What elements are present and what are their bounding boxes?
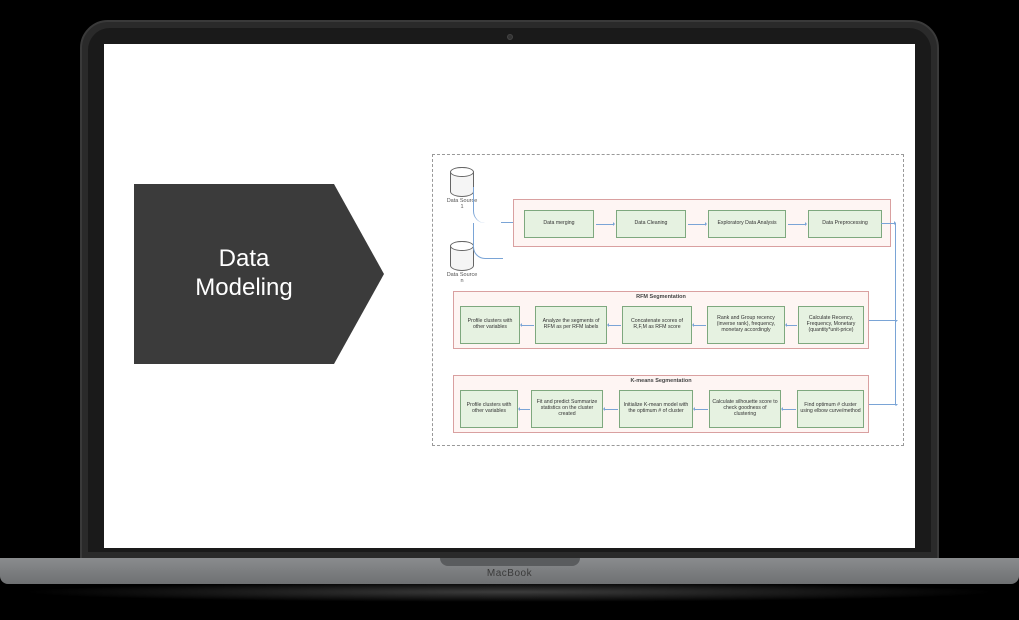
laptop-frame: Data Modeling Data Source 1 Data Source … (80, 20, 939, 560)
arrow-icon (786, 325, 797, 326)
box-km-fit: Fit and predict Summarize statistics on … (531, 390, 603, 428)
lane-preprocessing: Data merging Data Cleaning Exploratory D… (513, 199, 891, 247)
box-data-merging: Data merging (524, 210, 594, 238)
connector (895, 223, 896, 321)
lane-kmeans: K-means Segmentation Profile clusters wi… (453, 375, 869, 433)
lane-rfm-title: RFM Segmentation (454, 294, 868, 300)
box-rfm-rank: Rank and Group recency (inverse rank), f… (707, 306, 785, 344)
connector (473, 187, 503, 223)
datasource-n-label: Data Source n (445, 272, 479, 284)
laptop-base: MacBook (0, 558, 1019, 584)
slide-title-shape: Data Modeling (134, 184, 384, 364)
lane-rfm: RFM Segmentation Profile clusters with o… (453, 291, 869, 349)
box-rfm-analyze: Analyze the segments of RFM as per RFM l… (535, 306, 607, 344)
connector (473, 223, 503, 259)
connector (895, 320, 896, 405)
arrow-icon (519, 409, 530, 410)
connector (881, 223, 895, 224)
arrow-icon (693, 325, 706, 326)
arrow-icon (604, 409, 618, 410)
box-rfm-calc: Calculate Recency, Frequency, Monetary (… (798, 306, 864, 344)
arrow-icon (788, 224, 806, 225)
laptop-brand: MacBook (487, 568, 532, 579)
box-km-elbow: Find optimum # cluster using elbow curve… (797, 390, 864, 428)
slide-title: Data Modeling (195, 245, 292, 303)
screen: Data Modeling Data Source 1 Data Source … (104, 44, 915, 548)
arrow-icon (867, 404, 895, 405)
shadow (20, 582, 999, 602)
box-km-profile: Profile clusters with other variables (460, 390, 518, 428)
arrow-icon (867, 320, 895, 321)
box-rfm-profile: Profile clusters with other variables (460, 306, 520, 344)
box-eda: Exploratory Data Analysis (708, 210, 786, 238)
arrow-icon (688, 224, 706, 225)
database-icon (450, 241, 474, 271)
box-km-silhouette: Calculate silhouette score to check good… (709, 390, 781, 428)
lane-kmeans-title: K-means Segmentation (454, 378, 868, 384)
box-data-cleaning: Data Cleaning (616, 210, 686, 238)
arrow-icon (608, 325, 621, 326)
arrow-icon (694, 409, 708, 410)
arrow-icon (596, 224, 614, 225)
box-km-init: Initialize K-mean model with the optimum… (619, 390, 693, 428)
slide: Data Modeling Data Source 1 Data Source … (104, 44, 915, 548)
laptop-notch (440, 558, 580, 566)
box-rfm-concat: Concatenate scores of R,F,M as RFM score (622, 306, 692, 344)
arrow-icon (782, 409, 796, 410)
arrow-icon (521, 325, 534, 326)
database-icon (450, 167, 474, 197)
camera-dot (507, 34, 513, 40)
flowchart-container: Data Source 1 Data Source n Data merging (432, 154, 904, 446)
box-preprocessing: Data Preprocessing (808, 210, 882, 238)
